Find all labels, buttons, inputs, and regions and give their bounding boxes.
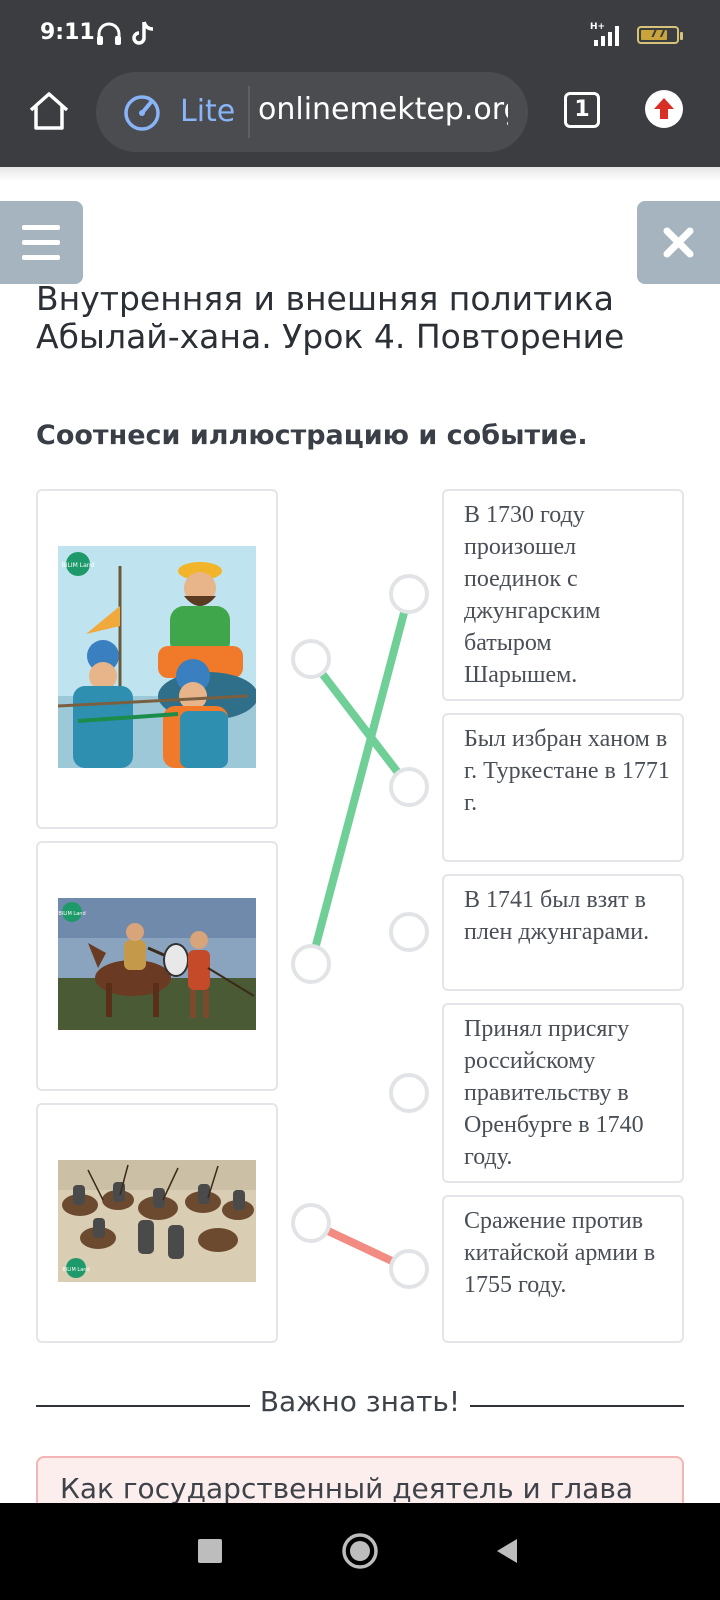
square-icon — [198, 1539, 222, 1563]
event-card[interactable]: В 1741 был взят в плен джунгарами. — [442, 874, 684, 991]
image-card[interactable]: BILIM Land — [36, 841, 278, 1091]
event-text: Принял присягу российскому правительству… — [464, 1016, 644, 1170]
event-connector[interactable] — [389, 767, 429, 807]
section-divider-right — [470, 1405, 684, 1407]
image-connector[interactable] — [291, 944, 331, 984]
image-card[interactable]: BILIM Land — [36, 489, 278, 829]
event-connector[interactable] — [389, 1073, 429, 1113]
back-triangle-icon — [497, 1539, 517, 1563]
system-nav-bar — [0, 1503, 720, 1600]
image-connector[interactable] — [291, 1203, 331, 1243]
event-text: Был избран ханом в г. Туркестане в 1771 … — [464, 726, 670, 816]
recents-button[interactable] — [198, 1539, 222, 1567]
logo-text: BILIM Land — [62, 562, 95, 569]
event-card[interactable]: Принял присягу российскому правительству… — [442, 1003, 684, 1183]
event-text: В 1741 был взят в плен джунгарами. — [464, 887, 650, 945]
logo-text: BILIM Land — [62, 1267, 89, 1273]
event-text: В 1730 году произошел поединок с джунгар… — [464, 502, 601, 688]
event-card[interactable]: Сражение против китайской армии в 1755 г… — [442, 1195, 684, 1343]
circle-icon — [342, 1533, 378, 1569]
illustration-duel: BILIM Land — [58, 898, 256, 1030]
logo-text: BILIM Land — [58, 911, 85, 917]
event-connector[interactable] — [389, 912, 429, 952]
important-heading: Важно знать! — [259, 1385, 461, 1418]
image-card[interactable]: BILIM Land — [36, 1103, 278, 1343]
event-card[interactable]: В 1730 году произошел поединок с джунгар… — [442, 489, 684, 701]
event-connector[interactable] — [389, 1249, 429, 1289]
important-text: Как государственный деятель и глава — [60, 1472, 633, 1505]
back-button[interactable] — [495, 1537, 519, 1569]
illustration-khan: BILIM Land — [58, 546, 256, 768]
image-connector[interactable] — [291, 639, 331, 679]
event-card[interactable]: Был избран ханом в г. Туркестане в 1771 … — [442, 713, 684, 862]
event-text: Сражение против китайской армии в 1755 г… — [464, 1208, 656, 1298]
illustration-battle: BILIM Land — [58, 1160, 256, 1282]
home-nav-button[interactable] — [341, 1532, 379, 1574]
event-connector[interactable] — [389, 574, 429, 614]
